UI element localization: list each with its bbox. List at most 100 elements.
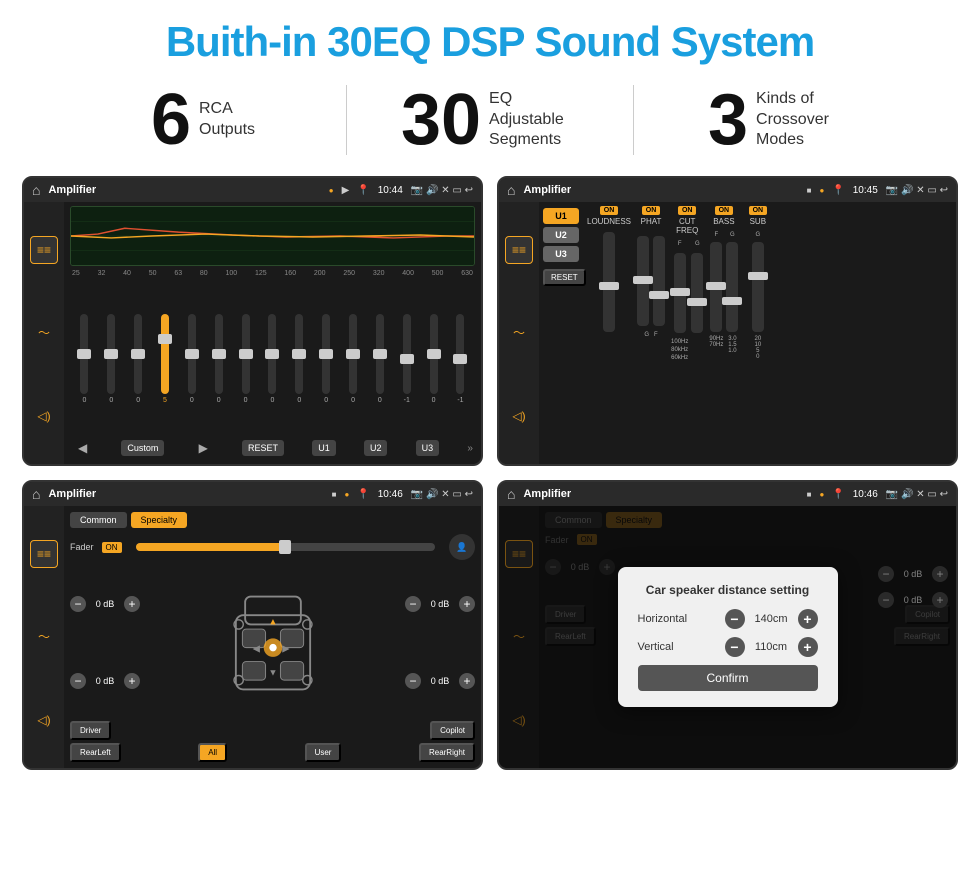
vol-minus-tl[interactable]: − <box>70 596 86 612</box>
cutfreq-col: ON CUT FREQ F 100Hz 80kHz <box>671 206 703 460</box>
vol-minus-br[interactable]: − <box>405 673 421 689</box>
vol-minus-tr[interactable]: − <box>405 596 421 612</box>
dot-icon-3: ● <box>344 490 349 499</box>
cutfreq-g-slider[interactable] <box>691 253 703 333</box>
volume-left: − 0 dB + − 0 dB + <box>70 568 140 717</box>
eq-slider-12[interactable]: -1 <box>394 314 419 404</box>
copilot-button[interactable]: Copilot <box>430 721 475 740</box>
eq-sliders[interactable]: 0 0 0 5 0 <box>70 283 475 434</box>
eq-slider-13[interactable]: 0 <box>421 314 446 404</box>
phat-slider-f[interactable] <box>653 236 665 326</box>
eq-slider-6[interactable]: 0 <box>233 314 258 404</box>
bass-on[interactable]: ON <box>715 206 734 215</box>
home-icon-2[interactable]: ⌂ <box>507 182 515 198</box>
home-icon[interactable]: ⌂ <box>32 182 40 198</box>
eq-slider-14[interactable]: -1 <box>448 314 473 404</box>
location-icon-4: 📍 <box>832 489 844 500</box>
eq-u2-button[interactable]: U2 <box>364 440 388 456</box>
loudness-on[interactable]: ON <box>600 206 619 215</box>
confirm-button[interactable]: Confirm <box>638 665 818 691</box>
location-icon-2: 📍 <box>832 185 844 196</box>
eq-u1-button[interactable]: U1 <box>312 440 336 456</box>
screen1-content: ≡≡ 〜 ◁) <box>24 202 481 464</box>
speaker-icon-3[interactable]: ◁) <box>30 706 58 734</box>
profile-icon[interactable]: 👤 <box>449 534 475 560</box>
cutfreq-on[interactable]: ON <box>678 206 697 215</box>
bass-f-slider[interactable] <box>710 242 722 332</box>
phat-on[interactable]: ON <box>642 206 661 215</box>
vol-plus-tl[interactable]: + <box>124 596 140 612</box>
eq-slider-3[interactable]: 5 <box>153 314 178 404</box>
crossover-section: ON LOUDNESS ON PHAT <box>587 206 771 460</box>
horizontal-minus-button[interactable]: − <box>725 609 745 629</box>
vertical-plus-button[interactable]: + <box>798 637 818 657</box>
wave-icon-2[interactable]: 〜 <box>505 319 533 347</box>
eq-prev-button[interactable]: ◀ <box>72 438 93 458</box>
eq-slider-7[interactable]: 0 <box>260 314 285 404</box>
bass-g-slider[interactable] <box>726 242 738 332</box>
all-button[interactable]: All <box>198 743 227 762</box>
vol-plus-tr[interactable]: + <box>459 596 475 612</box>
tab-common[interactable]: Common <box>70 512 127 528</box>
rearleft-button[interactable]: RearLeft <box>70 743 121 762</box>
vol-plus-bl[interactable]: + <box>124 673 140 689</box>
wave-icon[interactable]: 〜 <box>30 319 58 347</box>
fader-on-badge[interactable]: ON <box>102 542 122 553</box>
vol-minus-bl[interactable]: − <box>70 673 86 689</box>
loudness-slider[interactable] <box>603 232 615 332</box>
speaker-icon[interactable]: ◁) <box>30 402 58 430</box>
phat-slider-g[interactable] <box>637 236 649 326</box>
phat-freq: G F <box>644 332 657 338</box>
eq-icon[interactable]: ≡≡ <box>30 236 58 264</box>
eq-u3-button[interactable]: U3 <box>416 440 440 456</box>
eq-slider-0[interactable]: 0 <box>72 314 97 404</box>
rearright-button[interactable]: RearRight <box>419 743 475 762</box>
cutfreq-f-slider[interactable] <box>674 253 686 333</box>
eq-next-button[interactable]: ▶ <box>193 438 214 458</box>
vertical-minus-button[interactable]: − <box>725 637 745 657</box>
preset-u3[interactable]: U3 <box>543 246 579 262</box>
user-button[interactable]: User <box>305 743 342 762</box>
horizontal-stepper: − 140cm + <box>725 609 818 629</box>
eq-reset-button[interactable]: RESET <box>242 440 284 456</box>
vol-plus-br[interactable]: + <box>459 673 475 689</box>
stat-rca: 6 RCA Outputs <box>60 84 346 156</box>
eq-bottom-controls[interactable]: ◀ Custom ▶ RESET U1 U2 U3 » <box>70 434 475 460</box>
horizontal-plus-button[interactable]: + <box>798 609 818 629</box>
topbar-icons: 📷 🔊 ✕ ▭ ↩ <box>411 185 473 196</box>
eq-icon-3[interactable]: ≡≡ <box>30 540 58 568</box>
record-icon-3: ■ <box>332 490 337 499</box>
eq-slider-11[interactable]: 0 <box>367 314 392 404</box>
driver-button[interactable]: Driver <box>70 721 111 740</box>
preset-u2[interactable]: U2 <box>543 227 579 243</box>
eq-slider-2[interactable]: 0 <box>126 314 151 404</box>
screen1-title: Amplifier <box>48 184 320 196</box>
home-icon-3[interactable]: ⌂ <box>32 486 40 502</box>
eq-slider-4[interactable]: 0 <box>179 314 204 404</box>
tab-specialty[interactable]: Specialty <box>131 512 188 528</box>
screen2-topbar: ⌂ Amplifier ■ ● 📍 10:45 📷 🔊 ✕ ▭ ↩ <box>499 178 956 202</box>
eq-slider-5[interactable]: 0 <box>206 314 231 404</box>
vol-value-bl: 0 dB <box>90 676 120 686</box>
sub-g-slider[interactable] <box>752 242 764 332</box>
screen-crossover: ⌂ Amplifier ■ ● 📍 10:45 📷 🔊 ✕ ▭ ↩ ≡≡ 〜 ◁… <box>497 176 958 466</box>
screen3-title: Amplifier <box>48 488 323 500</box>
speaker-icon-2[interactable]: ◁) <box>505 402 533 430</box>
eq-slider-10[interactable]: 0 <box>341 314 366 404</box>
eq-slider-8[interactable]: 0 <box>287 314 312 404</box>
volume-right: − 0 dB + − 0 dB + <box>405 568 475 717</box>
bass-label: BASS <box>713 217 734 226</box>
dialog-horizontal-row: Horizontal − 140cm + <box>638 609 818 629</box>
eq-slider-1[interactable]: 0 <box>99 314 124 404</box>
stat-crossover: 3 Kinds of Crossover Modes <box>634 84 920 156</box>
vertical-label: Vertical <box>638 641 725 653</box>
screen3-content: ≡≡ 〜 ◁) Common Specialty Fader ON 👤 <box>24 506 481 768</box>
crossover-reset-button[interactable]: RESET <box>543 269 586 286</box>
preset-u1[interactable]: U1 <box>543 208 579 224</box>
sub-on[interactable]: ON <box>749 206 768 215</box>
wave-icon-3[interactable]: 〜 <box>30 623 58 651</box>
eq-icon-2[interactable]: ≡≡ <box>505 236 533 264</box>
eq-custom-button[interactable]: Custom <box>121 440 164 456</box>
home-icon-4[interactable]: ⌂ <box>507 486 515 502</box>
eq-slider-9[interactable]: 0 <box>314 314 339 404</box>
